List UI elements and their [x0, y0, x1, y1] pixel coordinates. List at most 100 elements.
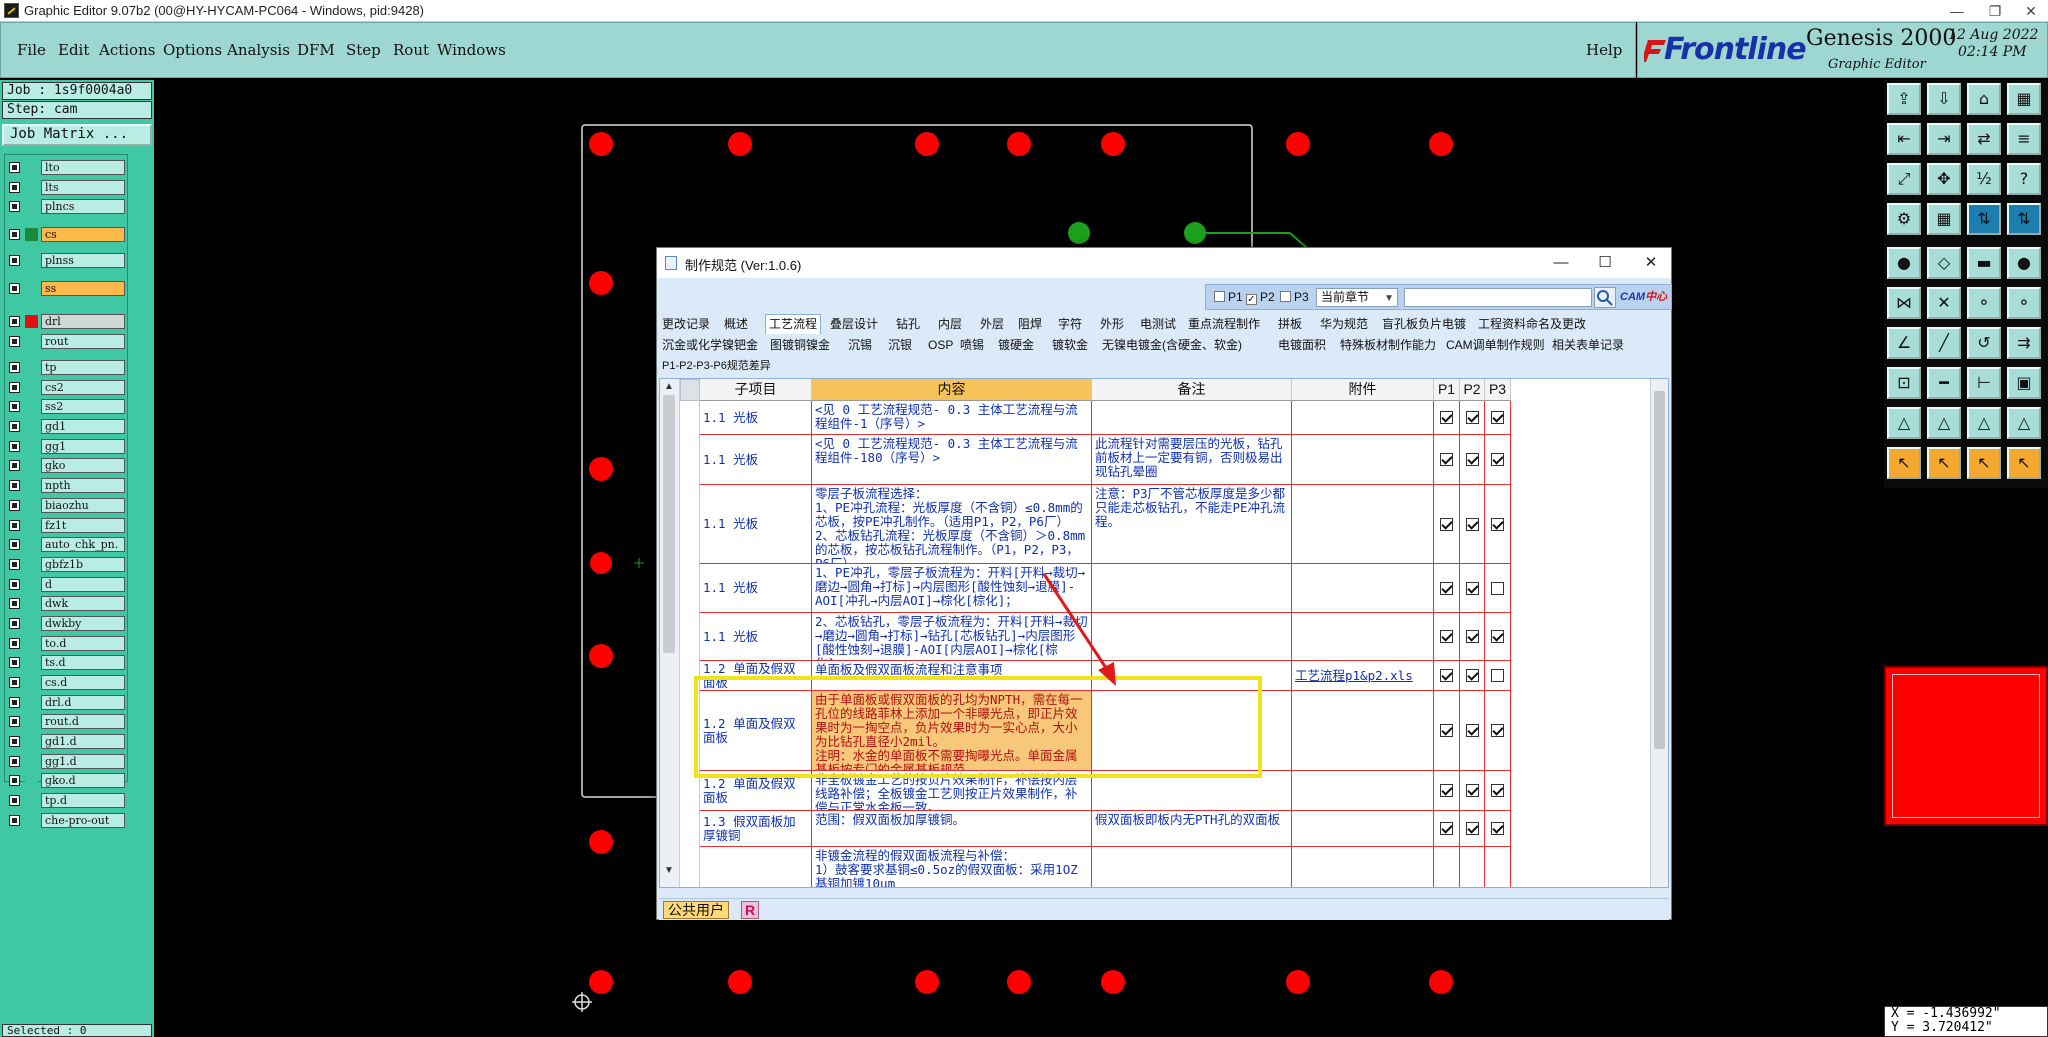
layer-row-cs.d[interactable]: cs.d	[7, 674, 127, 690]
layer-name[interactable]: plncs	[41, 199, 125, 215]
r-badge[interactable]: R	[741, 901, 759, 919]
table-cell-content[interactable]: 范围：假双面板加厚镀铜。	[812, 811, 1092, 847]
p3-checkbox[interactable]	[1491, 669, 1504, 682]
tool-button[interactable]: ⇩	[1927, 83, 1961, 115]
layer-color-swatch[interactable]	[25, 420, 38, 434]
layer-name[interactable]: rout.d	[41, 714, 125, 730]
layer-row-gg1[interactable]: gg1	[7, 438, 127, 454]
layer-checkbox[interactable]	[9, 229, 20, 241]
tool-button[interactable]: ✕	[1927, 287, 1961, 319]
table-cell-content[interactable]: 零层子板流程选择： 1、PE冲孔流程：光板厚度（不含铜）≤0.8mm的芯板，按P…	[812, 485, 1092, 564]
tool-button[interactable]: ⚬	[2007, 287, 2041, 319]
column-header-4[interactable]: P1	[1434, 379, 1460, 401]
layer-row-gbfz1b[interactable]: gbfz1b	[7, 556, 127, 572]
layer-name[interactable]: auto_chk_pn.	[41, 537, 125, 553]
menu-analysis[interactable]: Analysis	[227, 41, 290, 59]
tab-tabs_row2-4[interactable]: OSP	[925, 336, 956, 354]
tab-tabs_row2-9[interactable]: 电镀面积	[1275, 336, 1329, 354]
layer-color-swatch[interactable]	[25, 735, 38, 748]
layer-row-lts[interactable]: lts	[7, 179, 127, 195]
layer-row-gd1.d[interactable]: gd1.d	[7, 734, 127, 749]
tab-tabs_row1-6[interactable]: 外层	[977, 315, 1007, 333]
layer-name[interactable]: gko	[41, 458, 125, 474]
close-button[interactable]: ✕	[2016, 1, 2046, 21]
layer-color-swatch[interactable]	[25, 597, 38, 611]
tool-button[interactable]: ⇄	[1967, 123, 2001, 155]
layer-color-swatch[interactable]	[25, 656, 38, 670]
layer-color-swatch[interactable]	[25, 228, 38, 242]
layer-color-swatch[interactable]	[25, 695, 38, 709]
table-cell-sub[interactable]: 1.1 光板	[700, 435, 812, 485]
layer-checkbox[interactable]	[9, 814, 20, 826]
layer-color-swatch[interactable]	[25, 715, 38, 729]
tab-tabs_row1-0[interactable]: 更改记录	[659, 315, 713, 333]
p3-checkbox[interactable]	[1491, 411, 1504, 424]
menu-dfm[interactable]: DFM	[297, 41, 335, 59]
layer-checkbox[interactable]	[9, 775, 20, 787]
layer-name[interactable]: gg1	[41, 438, 125, 454]
tool-button[interactable]: ✥	[1927, 163, 1961, 195]
tool-button[interactable]: ⋈	[1887, 287, 1921, 319]
layer-row-che-pro-out[interactable]: che-pro-out	[7, 812, 127, 828]
p1-checkbox[interactable]	[1440, 784, 1453, 797]
table-cell-note[interactable]: 注意：P3厂不管芯板厚度是多少都只能走芯板钻孔，不能走PE冲孔流程。	[1092, 485, 1292, 564]
layer-checkbox[interactable]	[9, 283, 20, 295]
scroll-thumb[interactable]	[663, 395, 675, 653]
layer-checkbox[interactable]	[9, 539, 20, 551]
p1-checkbox[interactable]	[1440, 724, 1453, 737]
layer-checkbox[interactable]	[9, 598, 20, 610]
tab-tabs_row1-7[interactable]: 阻焊	[1015, 315, 1045, 333]
table-cell-sub[interactable]	[700, 847, 812, 887]
layer-row-to.d[interactable]: to.d	[7, 635, 127, 651]
p1-checkbox[interactable]	[1440, 669, 1453, 682]
p3-checkbox[interactable]	[1491, 724, 1504, 737]
tab-tabs_row2-2[interactable]: 沉锡	[845, 336, 875, 354]
menu-options[interactable]: Options	[163, 41, 222, 59]
layer-checkbox[interactable]	[9, 401, 20, 413]
p3-checkbox[interactable]	[1491, 517, 1504, 531]
tab-tabs_row1-15[interactable]: 工程资料命名及更改	[1475, 315, 1589, 333]
tool-button[interactable]: △	[1967, 407, 2001, 439]
tool-button[interactable]: ⇅	[1967, 203, 2001, 235]
minimize-button[interactable]: —	[1942, 1, 1972, 21]
table-cell-sub[interactable]: 1.1 光板	[700, 401, 812, 435]
p1-checkbox[interactable]	[1440, 581, 1453, 595]
layer-color-swatch[interactable]	[25, 380, 38, 394]
layer-name[interactable]: gko.d	[41, 773, 125, 789]
layer-checkbox[interactable]	[9, 335, 20, 347]
layer-color-swatch[interactable]	[25, 636, 38, 650]
tool-button[interactable]: ▦	[2007, 83, 2041, 115]
layer-row-drl[interactable]: drl	[7, 314, 127, 330]
tab-tabs_row2-1[interactable]: 图镀铜镍金	[767, 336, 833, 354]
p1-checkbox[interactable]	[1440, 822, 1453, 835]
layer-row-cs[interactable]: cs	[7, 227, 127, 243]
layer-color-swatch[interactable]	[25, 616, 38, 630]
layer-checkbox[interactable]	[9, 795, 20, 807]
table-cell-attach[interactable]	[1292, 691, 1434, 771]
tool-button[interactable]: ⚙	[1887, 203, 1921, 235]
tool-button[interactable]: ½	[1967, 163, 2001, 195]
layer-row-rout[interactable]: rout	[7, 333, 127, 349]
layer-checkbox[interactable]	[9, 480, 20, 492]
table-cell-sub[interactable]: 1.1 光板	[700, 613, 812, 661]
p2-checkbox[interactable]	[1466, 669, 1479, 682]
layer-name[interactable]: ss	[41, 281, 125, 297]
tool-button[interactable]: ↖	[1967, 447, 2001, 479]
p2-checkbox[interactable]	[1466, 517, 1479, 531]
tool-button[interactable]: ⤢	[1887, 163, 1921, 195]
layer-checkbox[interactable]	[9, 255, 20, 267]
tab-tabs_row1-12[interactable]: 拼板	[1275, 315, 1305, 333]
menu-rout[interactable]: Rout	[393, 41, 429, 59]
layer-row-d[interactable]: d	[7, 576, 127, 592]
layer-name[interactable]: plnss	[41, 253, 125, 269]
tool-button[interactable]: ╱	[1927, 327, 1961, 359]
tab-tabs_row1-14[interactable]: 盲孔板负片电镀	[1379, 315, 1469, 333]
tool-button[interactable]: ↖	[1887, 447, 1921, 479]
restore-button[interactable]: ❐	[1980, 1, 2010, 21]
table-cell-attach[interactable]	[1292, 847, 1434, 887]
tab-tabs_row1-10[interactable]: 电测试	[1137, 315, 1179, 333]
layer-row-gg1.d[interactable]: gg1.d	[7, 753, 127, 769]
layer-color-swatch[interactable]	[25, 498, 38, 512]
menu-step[interactable]: Step	[346, 41, 381, 59]
layer-checkbox[interactable]	[9, 316, 20, 328]
